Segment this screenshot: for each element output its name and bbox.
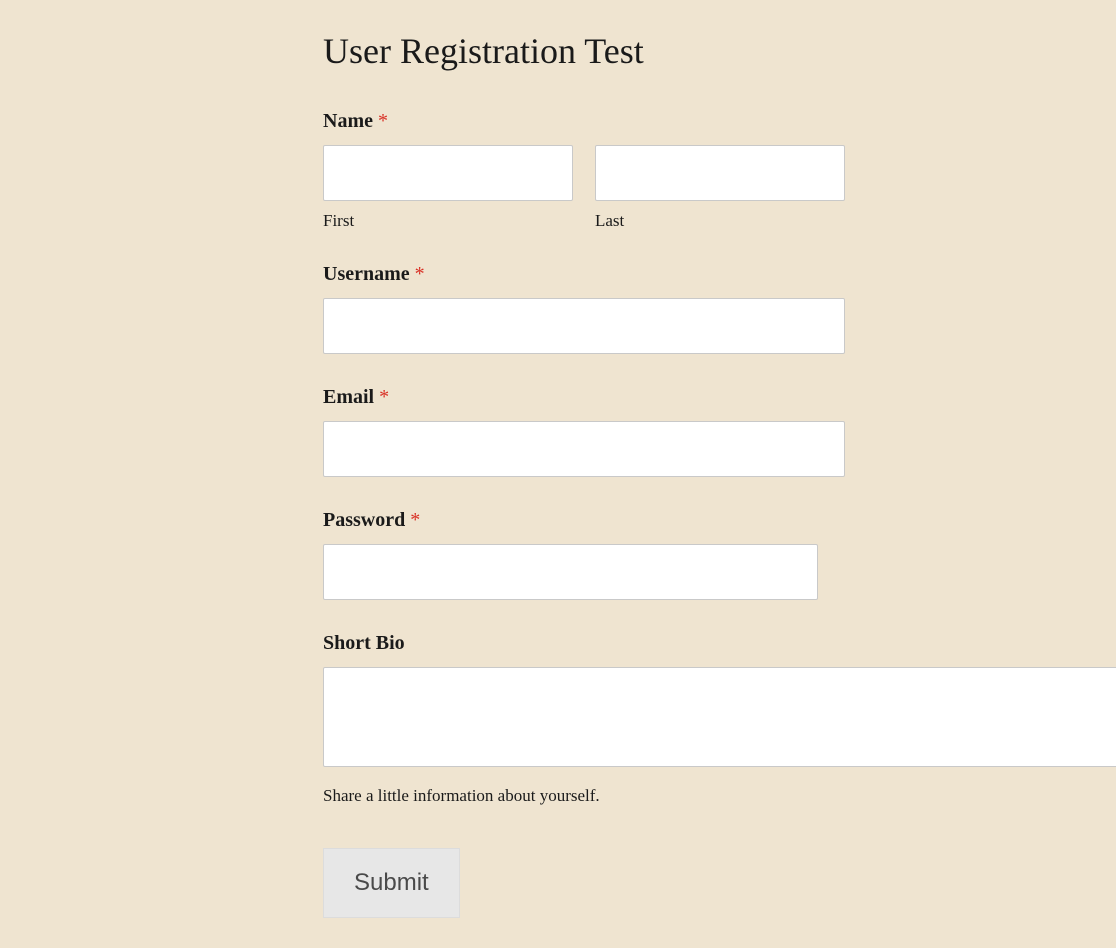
email-label: Email * [323, 386, 973, 409]
email-label-text: Email [323, 386, 374, 408]
password-label: Password * [323, 509, 973, 532]
bio-label: Short Bio [323, 632, 973, 655]
bio-label-text: Short Bio [323, 632, 405, 654]
username-input[interactable] [323, 298, 845, 354]
email-required-marker: * [379, 386, 389, 408]
first-name-column: First [323, 145, 573, 231]
password-label-text: Password [323, 509, 405, 531]
last-name-column: Last [595, 145, 845, 231]
first-name-input[interactable] [323, 145, 573, 201]
email-input[interactable] [323, 421, 845, 477]
name-field-group: Name * First Last [323, 110, 973, 231]
registration-form-container: User Registration Test Name * First Last… [123, 30, 993, 918]
bio-help-text: Share a little information about yoursel… [323, 786, 973, 806]
email-field-group: Email * [323, 386, 973, 477]
password-input[interactable] [323, 544, 818, 600]
name-label: Name * [323, 110, 973, 133]
name-label-text: Name [323, 110, 373, 132]
first-name-sublabel: First [323, 211, 573, 231]
bio-field-group: Short Bio Share a little information abo… [323, 632, 973, 806]
username-field-group: Username * [323, 263, 973, 354]
password-field-group: Password * [323, 509, 973, 600]
bio-textarea[interactable] [323, 667, 1116, 767]
submit-button[interactable]: Submit [323, 848, 460, 918]
last-name-input[interactable] [595, 145, 845, 201]
name-input-row: First Last [323, 145, 845, 231]
name-required-marker: * [378, 110, 388, 132]
username-label: Username * [323, 263, 973, 286]
last-name-sublabel: Last [595, 211, 845, 231]
username-label-text: Username [323, 263, 410, 285]
page-title: User Registration Test [323, 30, 973, 72]
password-required-marker: * [410, 509, 420, 531]
username-required-marker: * [415, 263, 425, 285]
